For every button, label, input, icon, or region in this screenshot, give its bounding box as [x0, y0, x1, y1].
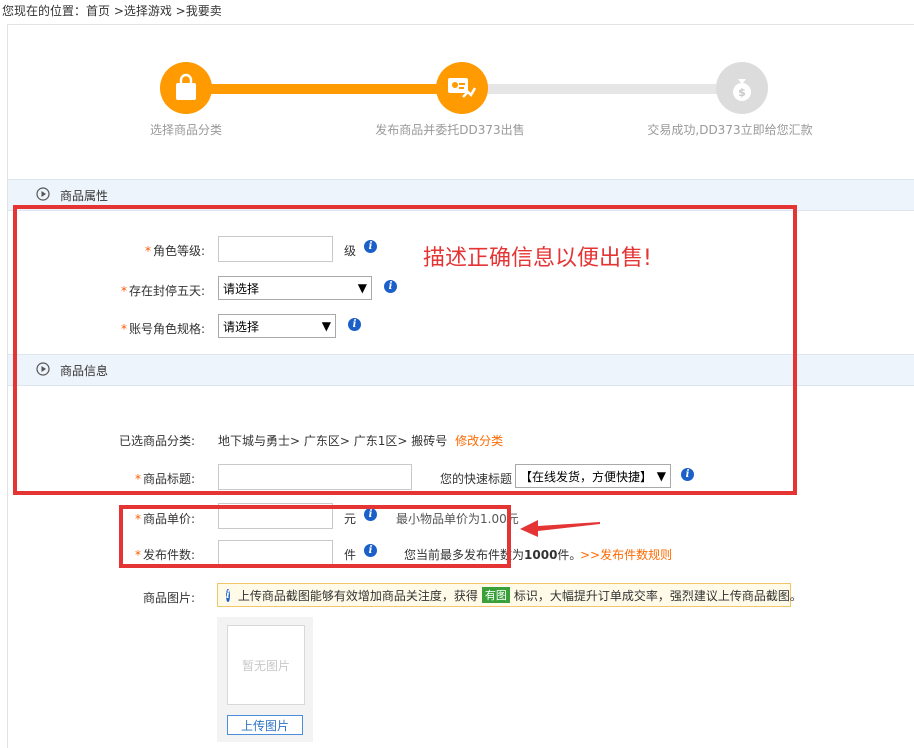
info-icon: i	[226, 588, 230, 602]
step-1-label: 选择商品分类	[149, 123, 222, 137]
money-bag-icon: $	[733, 79, 751, 101]
upload-image-button[interactable]: 上传图片	[227, 715, 303, 735]
breadcrumb: 您现在的位置：首页 >选择游戏 >我要卖	[2, 4, 222, 18]
svg-text:$: $	[738, 86, 746, 99]
step-2-icon	[436, 62, 488, 114]
image-label: 商品图片:	[142, 591, 195, 605]
step-1-icon	[160, 62, 212, 114]
step-2-label: 发布商品并委托DD373出售	[375, 123, 525, 137]
progress-track-done	[186, 84, 456, 94]
annotation-arrow-icon	[520, 520, 600, 537]
has-image-tag: 有图	[481, 587, 510, 603]
publish-delegate-icon	[448, 78, 477, 98]
step-3-label: 交易成功,DD373立即给您汇款	[647, 123, 813, 137]
image-preview-box: 暂无图片 上传图片	[217, 617, 313, 742]
progress-track-pending	[466, 84, 741, 94]
step-3-icon: $	[716, 62, 768, 114]
annotation-box-price-qty	[119, 505, 511, 568]
no-image-placeholder: 暂无图片	[227, 625, 305, 705]
section-attributes-title: 商品属性	[60, 189, 109, 203]
upload-notice: i 上传商品截图能够有效增加商品关注度，获得 有图 标识，大幅提升订单成交率，强烈建…	[217, 583, 802, 607]
quantity-rule-link[interactable]: >>发布件数规则	[580, 546, 672, 563]
annotation-box-main	[13, 205, 797, 495]
collapse-toggle-icon[interactable]	[36, 187, 50, 201]
shopping-bag-icon	[176, 73, 196, 100]
